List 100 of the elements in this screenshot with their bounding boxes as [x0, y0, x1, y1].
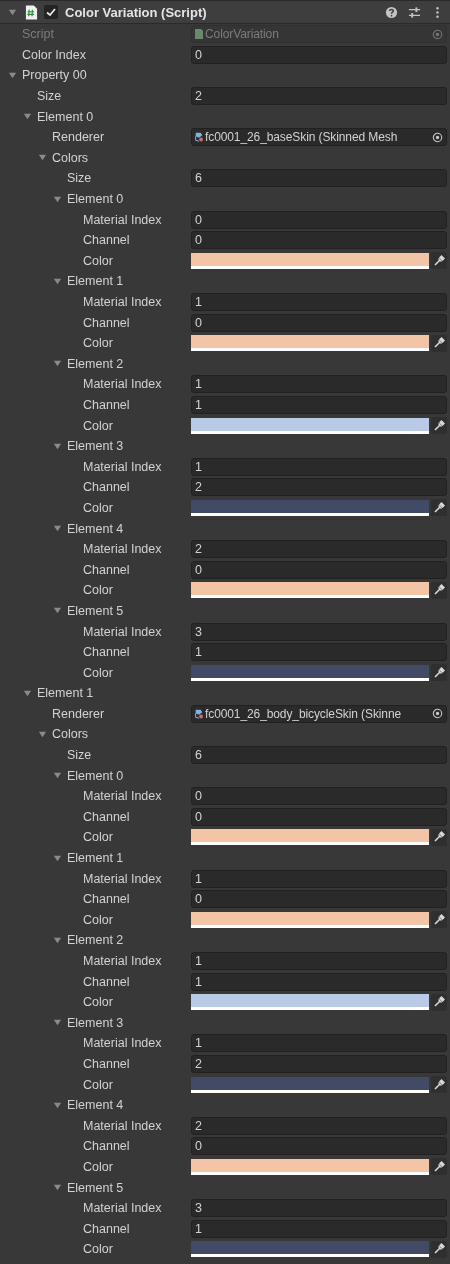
eyedropper-button[interactable]: [431, 1158, 447, 1176]
foldout-triangle-icon[interactable]: [53, 853, 62, 863]
foldout-title[interactable]: Element 4: [67, 1098, 124, 1113]
foldout-triangle-icon[interactable]: [23, 112, 32, 122]
foldout-triangle-icon[interactable]: [53, 441, 62, 451]
number-field[interactable]: 1: [191, 457, 447, 476]
number-field[interactable]: 0: [191, 1137, 447, 1156]
foldout-title[interactable]: Element 1: [67, 851, 124, 866]
number-field[interactable]: 1: [191, 1034, 447, 1053]
field-label: Material Index: [82, 624, 163, 639]
number-field[interactable]: 0: [191, 787, 447, 806]
number-field[interactable]: 2: [191, 1055, 447, 1073]
eyedropper-button[interactable]: [431, 581, 447, 599]
eyedropper-button[interactable]: [431, 334, 447, 352]
color-field[interactable]: [191, 664, 429, 681]
color-field[interactable]: [191, 1158, 429, 1175]
number-field[interactable]: 0: [191, 807, 447, 826]
number-field[interactable]: 1: [191, 972, 447, 991]
color-field[interactable]: [191, 1076, 429, 1093]
eyedropper-button[interactable]: [431, 911, 447, 929]
number-field[interactable]: 1: [191, 396, 447, 414]
number-field[interactable]: 2: [191, 1116, 447, 1135]
renderer-field[interactable]: fc0001_26_body_bicycleSkin (Skinne: [191, 704, 447, 723]
eyedropper-button[interactable]: [431, 1076, 447, 1094]
foldout-triangle-icon[interactable]: [53, 276, 62, 286]
color-field[interactable]: [191, 252, 429, 269]
foldout-title[interactable]: Element 3: [67, 1015, 124, 1030]
number-field[interactable]: 2: [191, 540, 447, 559]
object-picker-icon[interactable]: [432, 131, 443, 143]
number-field[interactable]: 2: [191, 478, 447, 497]
number-field[interactable]: 3: [191, 1199, 447, 1218]
foldout-title[interactable]: Element 5: [67, 1180, 124, 1195]
number-field[interactable]: 0: [191, 313, 447, 332]
foldout-triangle-icon[interactable]: [53, 194, 62, 204]
foldout-triangle-icon[interactable]: [53, 359, 62, 369]
help-icon[interactable]: [385, 5, 398, 19]
foldout-title[interactable]: Element 0: [67, 768, 124, 783]
color-field[interactable]: [191, 417, 429, 434]
eyedropper-button[interactable]: [431, 252, 447, 270]
foldout-label[interactable]: Property 00: [0, 68, 188, 83]
color-field[interactable]: [191, 994, 429, 1011]
foldout-triangle-icon[interactable]: [38, 730, 47, 739]
number-field[interactable]: 1: [191, 293, 447, 311]
number-field[interactable]: 0: [191, 231, 447, 250]
color-field[interactable]: [191, 335, 429, 352]
field-label: Material Index: [82, 871, 163, 886]
eyedropper-button[interactable]: [431, 664, 447, 682]
number-field[interactable]: 6: [191, 746, 447, 765]
foldout-triangle-icon[interactable]: [53, 1183, 62, 1193]
number-field[interactable]: 0: [191, 45, 447, 64]
color-field[interactable]: [191, 829, 429, 846]
field-label: Size: [66, 171, 93, 186]
preset-sliders-icon[interactable]: [408, 5, 421, 19]
foldout-title[interactable]: Element 3: [67, 439, 124, 454]
foldout-title[interactable]: Element 1: [67, 274, 124, 289]
foldout-triangle-icon[interactable]: [53, 935, 62, 945]
number-field[interactable]: 1: [191, 375, 447, 394]
eyedropper-button[interactable]: [431, 417, 447, 435]
foldout-title[interactable]: Element 2: [67, 933, 124, 948]
foldout-title[interactable]: Colors: [52, 150, 89, 165]
color-field[interactable]: [191, 582, 429, 599]
number-field[interactable]: 1: [191, 1219, 447, 1238]
foldout-title[interactable]: Element 5: [67, 603, 124, 618]
foldout-triangle-icon[interactable]: [53, 1100, 62, 1110]
color-field[interactable]: [191, 499, 429, 516]
foldout-title[interactable]: Element 2: [67, 356, 124, 371]
color-field[interactable]: [191, 1241, 429, 1258]
eyedropper-button[interactable]: [431, 993, 447, 1011]
foldout-triangle-icon[interactable]: [53, 606, 62, 616]
field-label: Channel: [82, 1057, 131, 1071]
number-field[interactable]: 2: [191, 87, 447, 106]
eyedropper-button[interactable]: [431, 499, 447, 517]
number-field[interactable]: 1: [191, 643, 447, 662]
foldout-triangle-icon[interactable]: [8, 7, 17, 17]
number-field[interactable]: 3: [191, 622, 447, 641]
foldout-triangle-icon[interactable]: [53, 1018, 62, 1028]
eyedropper-button[interactable]: [431, 828, 447, 846]
number-field[interactable]: 0: [191, 890, 447, 909]
foldout-triangle-icon[interactable]: [8, 71, 17, 80]
foldout-title[interactable]: Property 00: [22, 68, 87, 83]
object-picker-icon[interactable]: [432, 708, 443, 720]
foldout-title[interactable]: Element 1: [37, 686, 94, 701]
number-field[interactable]: 1: [191, 952, 447, 970]
foldout-triangle-icon[interactable]: [53, 524, 62, 534]
color-field[interactable]: [191, 911, 429, 928]
foldout-triangle-icon[interactable]: [23, 688, 32, 698]
foldout-title[interactable]: Element 4: [67, 521, 124, 536]
number-field[interactable]: 0: [191, 210, 447, 229]
field-label: Color: [82, 418, 114, 433]
number-field[interactable]: 6: [191, 169, 447, 188]
number-field[interactable]: 1: [191, 869, 447, 888]
renderer-field[interactable]: fc0001_26_baseSkin (Skinned Mesh: [191, 128, 447, 147]
foldout-title[interactable]: Element 0: [37, 109, 94, 124]
foldout-title[interactable]: Element 0: [67, 192, 124, 207]
foldout-triangle-icon[interactable]: [53, 771, 62, 781]
number-field[interactable]: 0: [191, 560, 447, 579]
foldout-triangle-icon[interactable]: [38, 153, 47, 163]
eyedropper-button[interactable]: [431, 1240, 447, 1258]
enable-checkbox[interactable]: [44, 5, 58, 19]
foldout-title[interactable]: Colors: [52, 727, 89, 742]
